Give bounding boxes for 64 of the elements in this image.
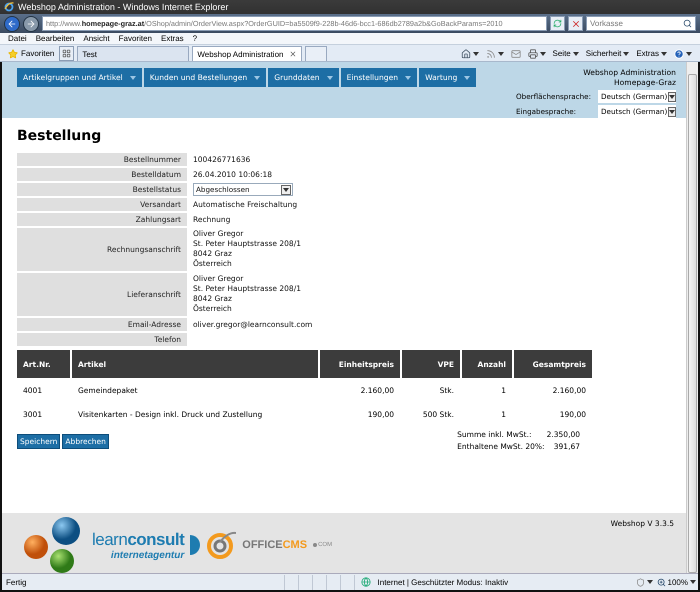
browser-tab[interactable]: Test [77, 46, 190, 61]
star-icon [8, 48, 18, 58]
quick-tabs-button[interactable] [59, 46, 74, 61]
search-field[interactable]: Vorkasse [586, 16, 696, 31]
zoom-button[interactable]: 100% [654, 574, 698, 590]
caret-icon [130, 76, 136, 80]
caret-icon [572, 52, 579, 56]
caret-icon [686, 52, 692, 56]
caret-icon [464, 76, 470, 80]
logo-wordmark: OFFICECMS [242, 539, 308, 551]
logo-wordmark: learnconsult [92, 530, 184, 550]
back-arrow-icon [7, 18, 17, 28]
command-menu[interactable]: Extras [634, 46, 669, 61]
menu-item[interactable]: Bearbeiten [36, 34, 74, 43]
menu-item[interactable]: Favoriten [118, 34, 152, 43]
browser-logo-icon [4, 2, 14, 12]
menu-item[interactable]: Ansicht [83, 34, 110, 43]
caret-icon [283, 188, 289, 192]
favorites-button[interactable]: Favoriten [6, 46, 56, 61]
caret-icon [254, 76, 260, 80]
shield-icon [636, 578, 645, 586]
ring-logo-icon [206, 530, 236, 560]
caret-icon [405, 76, 412, 80]
caret-icon [661, 52, 667, 56]
forward-button[interactable] [23, 16, 39, 32]
menu-item[interactable]: ? [192, 34, 198, 43]
stop-button[interactable] [568, 16, 583, 31]
window-title: Webshop Administration - Windows Internet Explorer [18, 2, 228, 12]
mail-icon [510, 48, 521, 58]
refresh-icon [553, 19, 562, 28]
caret-icon [540, 52, 546, 56]
search-icon [683, 19, 692, 28]
close-icon [570, 18, 580, 28]
back-button[interactable] [4, 16, 20, 32]
zoom-icon [656, 578, 666, 586]
globe-icon [360, 577, 371, 587]
caret-icon [669, 94, 676, 98]
caret-icon [326, 76, 333, 80]
logo-tagline: internetagentur [110, 550, 184, 560]
dot-icon [313, 543, 318, 547]
caret-icon [623, 52, 630, 56]
caret-icon [646, 580, 653, 584]
caret-icon [669, 110, 676, 114]
help-icon [674, 48, 684, 58]
grid-icon [62, 49, 72, 58]
status-text: Fertig [5, 578, 28, 586]
caret-icon [472, 52, 479, 56]
feed-icon [486, 48, 496, 58]
printer-icon [528, 48, 538, 58]
close-icon[interactable] [289, 50, 298, 58]
menu-item[interactable]: Datei [8, 34, 27, 43]
forward-arrow-icon [26, 18, 36, 28]
page-heading: Bestellung [17, 128, 102, 144]
caret-icon [690, 580, 696, 584]
half-circle-logo-icon [190, 535, 200, 555]
scrollbar[interactable] [686, 62, 698, 573]
home-icon [460, 48, 471, 58]
caret-icon [498, 52, 504, 56]
command-menu[interactable]: Seite [550, 46, 581, 61]
browser-tab[interactable]: Webshop Administration [192, 46, 302, 61]
security-zone: Internet | Geschützter Modus: Inaktiv [376, 578, 510, 586]
menu-item[interactable]: Extras [160, 34, 184, 43]
refresh-button[interactable] [550, 16, 565, 31]
command-menu[interactable]: Sicherheit [584, 46, 632, 61]
